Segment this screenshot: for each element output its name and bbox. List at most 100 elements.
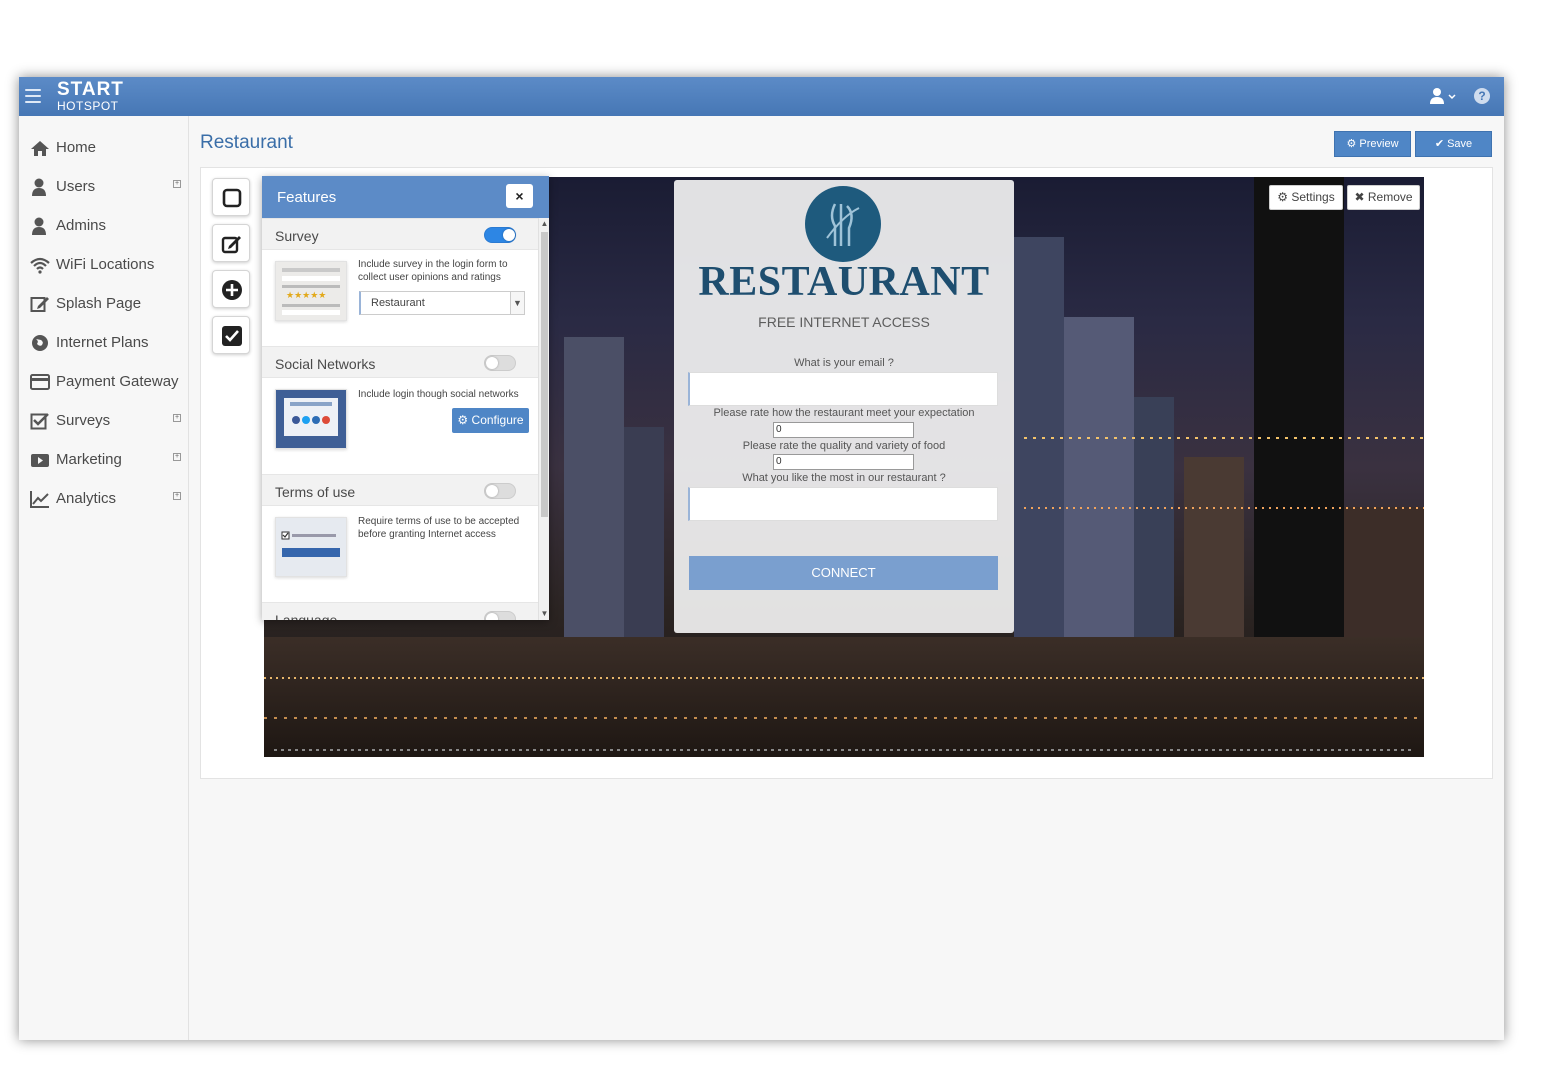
save-label: Save [1447, 138, 1473, 150]
sidebar-item-admins[interactable]: Admins [19, 206, 189, 244]
preview-button[interactable]: ⚙ Preview [1334, 131, 1411, 157]
survey-select-value: Restaurant [371, 297, 425, 309]
sidebar-item-home[interactable]: Home [19, 128, 189, 166]
sidebar-item-internet-plans[interactable]: Internet Plans [19, 323, 189, 361]
features-title: Features [277, 189, 337, 206]
sidebar-item-label: WiFi Locations [56, 256, 155, 273]
terms-thumbnail [275, 517, 347, 577]
social-description: Include login though social networks [358, 389, 519, 400]
scroll-up-icon[interactable]: ▲ [539, 218, 549, 230]
add-element-button[interactable] [212, 270, 250, 308]
features-panel: Features × Survey ★★★★★ Include survey i… [262, 176, 549, 620]
expand-icon[interactable]: + [173, 492, 181, 500]
chart-icon [30, 491, 49, 508]
user-menu[interactable] [1429, 87, 1459, 107]
svg-text:★★★★★: ★★★★★ [286, 290, 326, 300]
survey-select[interactable]: Restaurant ▼ [359, 291, 525, 315]
sidebar-item-payment-gateway[interactable]: Payment Gateway [19, 362, 189, 400]
feature-title: Survey [275, 228, 319, 244]
terms-description: Require terms of use to be accepted befo… [358, 516, 520, 540]
logo-line-1: START [57, 79, 124, 100]
toggle-panel-button[interactable] [212, 178, 250, 216]
scroll-down-icon[interactable]: ▼ [539, 608, 549, 620]
settings-label: Settings [1291, 190, 1335, 204]
survey-description: Include survey in the login form to coll… [358, 259, 508, 283]
video-icon [31, 454, 49, 467]
sidebar-item-label: Splash Page [56, 295, 142, 312]
gear-icon: ⚙ [1277, 190, 1289, 204]
city-lights [1024, 507, 1424, 509]
like-most-input[interactable] [688, 487, 998, 521]
remove-button[interactable]: ✖ Remove [1347, 185, 1420, 210]
configure-button[interactable]: ⚙ Configure [452, 408, 529, 433]
feature-title: Language [275, 612, 338, 620]
sidebar-item-users[interactable]: Users + [19, 167, 189, 205]
sidebar-item-label: Internet Plans [56, 334, 149, 351]
scrollbar-thumb[interactable] [541, 232, 548, 517]
app-logo[interactable]: START HOTSPOT [57, 80, 124, 112]
sidebar-item-label: Surveys [56, 412, 111, 429]
feature-title: Terms of use [275, 484, 356, 500]
preview-label: Preview [1359, 138, 1399, 150]
survey-preview-image: ★★★★★ [276, 262, 346, 320]
city-lights [264, 717, 1424, 719]
features-scrollbar[interactable]: ▲ ▼ [538, 218, 549, 620]
sidebar-item-label: Users [56, 178, 96, 195]
square-icon [222, 188, 242, 208]
city-lights [1024, 437, 1424, 439]
connect-button[interactable]: CONNECT [689, 556, 998, 590]
question-like-most-label: What you like the most in our restaurant… [742, 472, 946, 484]
top-bar: START HOTSPOT ? [19, 77, 1504, 116]
help-icon[interactable]: ? [1474, 88, 1490, 104]
gear-icon: ⚙ [457, 413, 469, 427]
expand-icon[interactable]: + [173, 453, 181, 461]
survey-toggle[interactable] [484, 227, 516, 243]
sidebar: Home Users + Admins WiFi Locations Splas… [19, 116, 189, 1040]
question-food-label: Please rate the quality and variety of f… [742, 440, 946, 452]
social-preview-image [276, 390, 346, 448]
feature-terms-header: Terms of use [262, 474, 538, 506]
check-square-icon [222, 326, 242, 346]
brand-subtitle: FREE INTERNET ACCESS [758, 314, 930, 330]
question-email-label: What is your email ? [794, 357, 894, 369]
close-features-button[interactable]: × [506, 184, 533, 208]
sidebar-item-label: Home [56, 139, 97, 156]
sidebar-item-label: Analytics [56, 490, 117, 507]
configure-label: Configure [471, 413, 524, 427]
sidebar-item-surveys[interactable]: Surveys + [19, 401, 189, 439]
edit-icon [221, 236, 241, 254]
food-rating-input[interactable]: 0 [773, 454, 914, 470]
sidebar-item-marketing[interactable]: Marketing + [19, 440, 189, 478]
sidebar-item-wifi-locations[interactable]: WiFi Locations [19, 245, 189, 283]
hamburger-menu-icon[interactable] [25, 89, 41, 103]
email-input[interactable] [688, 372, 998, 406]
expand-icon[interactable]: + [173, 414, 181, 422]
language-toggle[interactable] [484, 611, 516, 620]
save-button[interactable]: ✔ Save [1415, 131, 1492, 157]
terms-preview-image [276, 518, 346, 576]
question-expectation-label: Please rate how the restaurant meet your… [713, 407, 975, 419]
check-icon: ✔ [1434, 138, 1445, 150]
home-icon [31, 141, 49, 156]
terms-toggle[interactable] [484, 483, 516, 499]
close-icon: ✖ [1354, 190, 1365, 204]
edit-tool-button[interactable] [212, 224, 250, 262]
expectation-rating-input[interactable]: 0 [773, 422, 914, 438]
expand-icon[interactable]: + [173, 180, 181, 188]
settings-button[interactable]: ⚙ Settings [1269, 185, 1343, 210]
app-window: START HOTSPOT ? Home Users + Admins WiFi… [19, 77, 1504, 1040]
feature-social-header: Social Networks [262, 346, 538, 378]
chevron-down-icon: ▼ [510, 292, 524, 314]
user-icon [32, 217, 46, 235]
sidebar-item-splash-page[interactable]: Splash Page [19, 284, 189, 322]
sidebar-item-analytics[interactable]: Analytics + [19, 479, 189, 517]
checkbox-icon [30, 413, 49, 430]
social-thumbnail [275, 389, 347, 449]
wifi-icon [30, 257, 50, 274]
page-title: Restaurant [200, 132, 293, 153]
logo-line-2: HOTSPOT [57, 99, 119, 113]
social-toggle[interactable] [484, 355, 516, 371]
login-form-panel: RESTAURANT FREE INTERNET ACCESS What is … [674, 180, 1014, 633]
features-button[interactable] [212, 316, 250, 354]
user-icon [1430, 88, 1456, 104]
